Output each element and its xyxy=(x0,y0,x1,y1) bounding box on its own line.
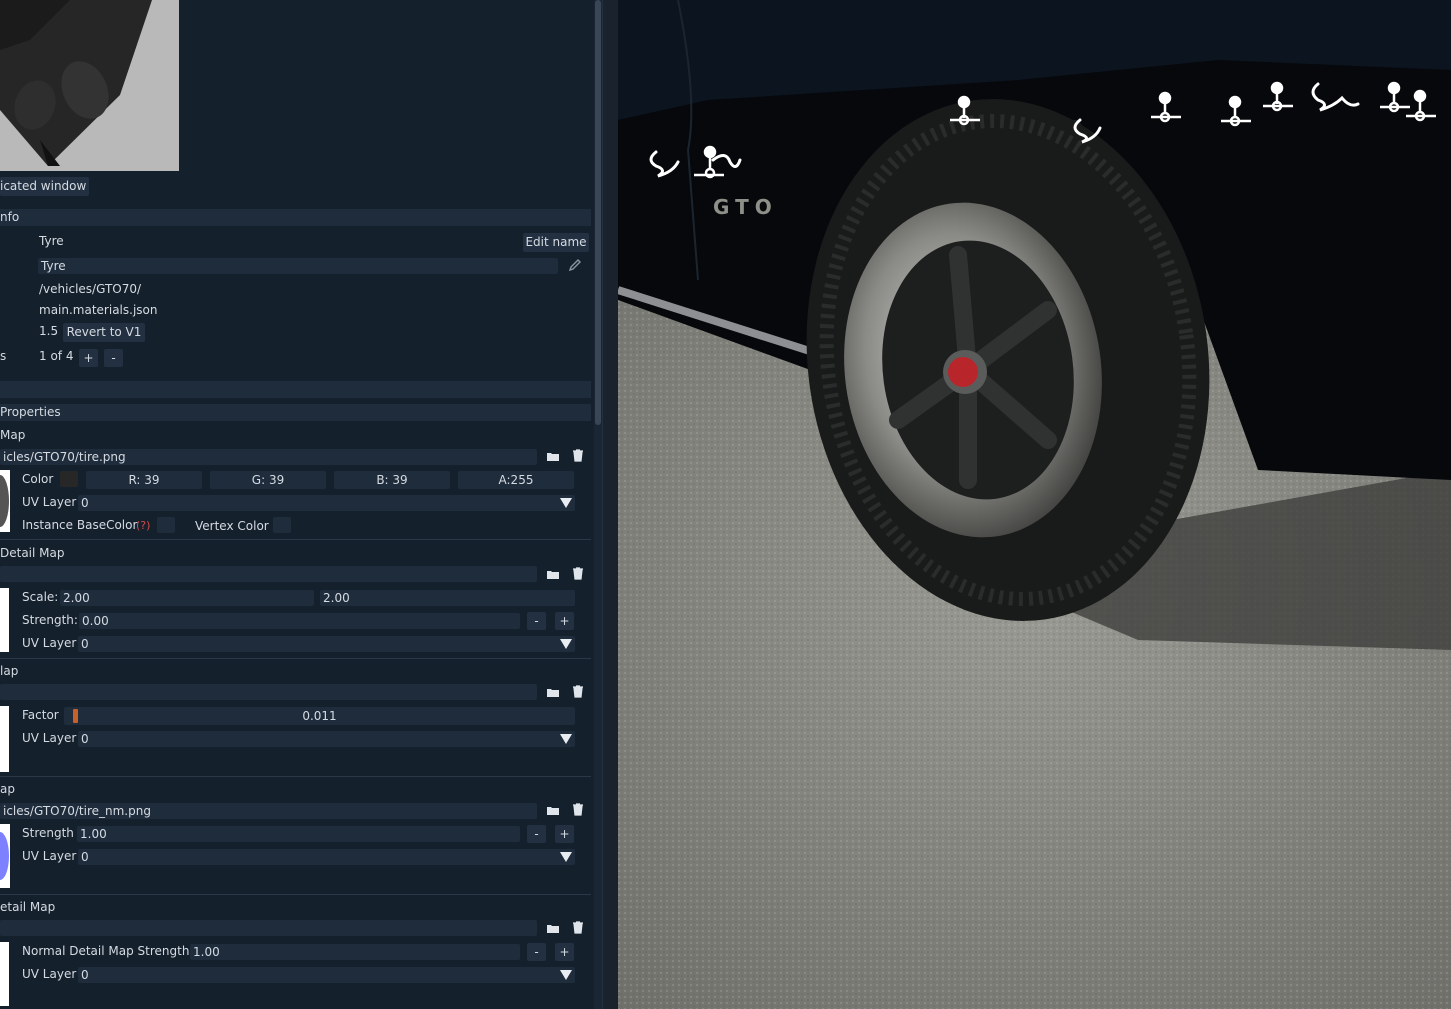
chevron-down-icon[interactable] xyxy=(560,852,572,862)
instance-basecolor-checkbox[interactable] xyxy=(157,517,175,533)
properties-section-header[interactable]: Properties xyxy=(0,404,591,421)
color-label: Color xyxy=(22,472,54,486)
folder-icon[interactable] xyxy=(545,448,561,467)
strength-label: Strength: xyxy=(22,613,78,627)
revert-button[interactable]: Revert to V1 xyxy=(63,323,145,342)
factor-slider[interactable]: 0.011 xyxy=(64,707,575,725)
divider xyxy=(0,658,591,659)
tire-texture-icon xyxy=(0,475,9,527)
instance-basecolor-label: Instance BaseColor xyxy=(22,518,138,532)
info-section-header[interactable]: nfo xyxy=(0,209,591,226)
normal-detail-map-header[interactable]: etail Map xyxy=(0,900,55,914)
base-color-map-path[interactable]: icles/GTO70/tire.png xyxy=(0,449,537,465)
strength-increase-button[interactable]: + xyxy=(555,612,574,630)
uv-layer-select[interactable]: 0 xyxy=(78,636,575,652)
material-path: /vehicles/GTO70/ xyxy=(39,282,142,296)
vertex-color-checkbox[interactable] xyxy=(273,517,291,533)
normal-strength-decrease-button[interactable]: - xyxy=(527,825,546,843)
uv-layer-select[interactable]: 0 xyxy=(78,849,575,865)
normal-strength-label: Strength xyxy=(22,826,74,840)
uv-layer-label: UV Layer xyxy=(22,849,77,863)
material-name-value: Tyre xyxy=(39,234,64,248)
edit-name-button[interactable]: Edit name xyxy=(523,233,589,252)
uv-layer-label: UV Layer xyxy=(22,495,77,509)
chevron-down-icon[interactable] xyxy=(560,639,572,649)
base-color-map-header[interactable]: Map xyxy=(0,428,25,442)
material-version: 1.5 xyxy=(39,324,59,338)
blue-channel-field[interactable]: B: 39 xyxy=(334,471,450,489)
trash-icon[interactable] xyxy=(570,565,586,584)
normal-detail-strength-decrease-button[interactable]: - xyxy=(527,943,546,961)
map-path[interactable] xyxy=(0,684,537,700)
divider xyxy=(0,539,591,540)
scale-label: Scale: xyxy=(22,590,59,604)
preview-shape-icon xyxy=(0,0,152,166)
normal-strength-increase-button[interactable]: + xyxy=(555,825,574,843)
normal-map-path[interactable]: icles/GTO70/tire_nm.png xyxy=(0,803,537,819)
folder-icon[interactable] xyxy=(545,920,561,939)
uv-layer-label: UV Layer xyxy=(22,967,77,981)
trash-icon[interactable] xyxy=(570,447,586,466)
color-swatch[interactable] xyxy=(60,471,78,487)
detail-map-thumbnail xyxy=(0,588,9,652)
normal-detail-map-path[interactable] xyxy=(0,920,537,936)
normal-detail-strength-increase-button[interactable]: + xyxy=(555,943,574,961)
normal-texture-icon xyxy=(0,832,9,880)
normal-strength-field[interactable]: 1.00 xyxy=(77,826,520,842)
strength-decrease-button[interactable]: - xyxy=(527,612,546,630)
panel-splitter[interactable] xyxy=(602,0,618,1009)
normal-detail-map-thumbnail xyxy=(0,942,9,1006)
green-channel-field[interactable]: G: 39 xyxy=(210,471,326,489)
folder-icon[interactable] xyxy=(545,566,561,585)
normal-map-header[interactable]: ap xyxy=(0,782,15,796)
detail-map-header[interactable]: Detail Map xyxy=(0,546,65,560)
chevron-down-icon[interactable] xyxy=(560,498,572,508)
material-file: main.materials.json xyxy=(39,303,158,317)
dedicated-window-button[interactable]: icated window xyxy=(0,177,89,196)
factor-value: 0.011 xyxy=(302,709,337,723)
panel-scrollbar-thumb[interactable] xyxy=(595,0,601,425)
help-icon[interactable]: (?) xyxy=(136,519,150,532)
uv-layer-label: UV Layer xyxy=(22,636,77,650)
uv-layer-label: UV Layer xyxy=(22,731,77,745)
scale-y-field[interactable]: 2.00 xyxy=(320,590,575,606)
uv-layer-select[interactable]: 0 xyxy=(78,731,575,747)
strength-field[interactable]: 0.00 xyxy=(79,613,520,629)
material-name-input[interactable]: Tyre xyxy=(38,258,558,274)
stage-remove-button[interactable]: - xyxy=(104,349,123,367)
folder-icon[interactable] xyxy=(545,802,561,821)
gto-badge: GTO xyxy=(713,195,778,219)
base-color-thumbnail xyxy=(0,470,10,532)
folder-icon[interactable] xyxy=(545,684,561,703)
normal-detail-strength-label: Normal Detail Map Strength xyxy=(22,944,190,958)
trash-icon[interactable] xyxy=(570,919,586,938)
trash-icon[interactable] xyxy=(570,801,586,820)
factor-label: Factor xyxy=(22,708,59,722)
material-preview-image xyxy=(0,0,179,171)
chevron-down-icon[interactable] xyxy=(560,734,572,744)
map-thumbnail xyxy=(0,706,9,772)
divider xyxy=(0,776,591,777)
uv-layer-select[interactable]: 0 xyxy=(78,967,575,983)
vertex-color-label: Vertex Color xyxy=(195,519,269,533)
normal-detail-strength-field[interactable]: 1.00 xyxy=(190,944,520,960)
stage-add-button[interactable]: + xyxy=(79,349,98,367)
car-wheel-render: GTO xyxy=(618,0,1451,1009)
map-header[interactable]: lap xyxy=(0,664,18,678)
uv-layer-select[interactable]: 0 xyxy=(78,495,575,511)
stage-row-label: s xyxy=(0,349,7,363)
3d-viewport[interactable]: GTO xyxy=(618,0,1451,1009)
collapsed-section-bar[interactable] xyxy=(0,381,591,398)
trash-icon[interactable] xyxy=(570,683,586,702)
pencil-icon[interactable] xyxy=(567,257,583,276)
scale-x-field[interactable]: 2.00 xyxy=(60,590,314,606)
material-editor-panel: icated window nfo Tyre Edit name Tyre /v… xyxy=(0,0,594,1009)
red-channel-field[interactable]: R: 39 xyxy=(86,471,202,489)
alpha-channel-field[interactable]: A:255 xyxy=(458,471,574,489)
divider xyxy=(0,894,591,895)
normal-map-thumbnail xyxy=(0,824,10,888)
detail-map-path[interactable] xyxy=(0,566,537,582)
chevron-down-icon[interactable] xyxy=(560,970,572,980)
stage-count: 1 of 4 xyxy=(39,349,74,363)
